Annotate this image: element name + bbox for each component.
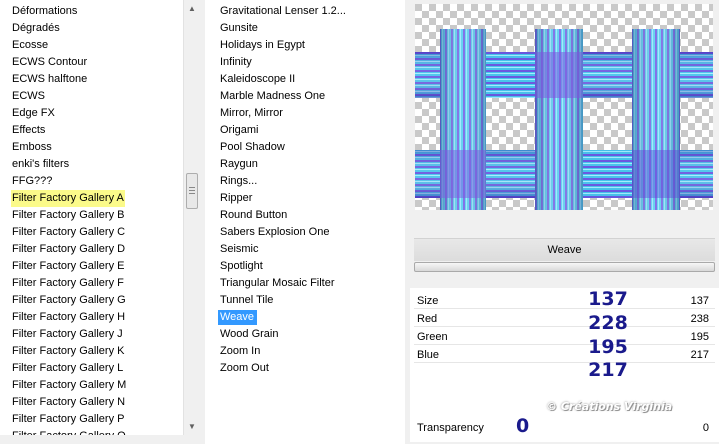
slider-transparency[interactable]: Transparency 0 0	[414, 414, 715, 440]
filter-list-item[interactable]: Origami	[205, 122, 346, 139]
category-list-item[interactable]: FFG???	[0, 173, 126, 190]
category-list-item[interactable]: Filter Factory Gallery P	[0, 411, 126, 428]
filter-list-item[interactable]: Sabers Explosion One	[205, 224, 346, 241]
category-list-item[interactable]: ECWS Contour	[0, 54, 126, 71]
category-list-item[interactable]: Filter Factory Gallery K	[0, 343, 126, 360]
overlay-blue-value: 217	[588, 359, 628, 381]
filter-list-item[interactable]: Kaleidoscope II	[205, 71, 346, 88]
filter-list-item[interactable]: Raygun	[205, 156, 346, 173]
slider-green[interactable]: Green 195	[414, 328, 715, 345]
overlay-green-value: 195	[588, 336, 628, 358]
param-label: Green	[417, 331, 448, 343]
category-scrollbar[interactable]: ▲ ▼	[183, 0, 200, 444]
filter-list-item[interactable]: Seismic	[205, 241, 346, 258]
weave-preview-image	[415, 4, 713, 210]
category-list-item[interactable]: Filter Factory Gallery H	[0, 309, 126, 326]
filter-list-item[interactable]: Triangular Mosaic Filter	[205, 275, 346, 292]
category-list-item[interactable]: Filter Factory Gallery J	[0, 326, 126, 343]
filter-list-item[interactable]: Marble Madness One	[205, 88, 346, 105]
param-label: Blue	[417, 349, 440, 361]
slider-size[interactable]: Size 137	[414, 292, 715, 309]
filter-list[interactable]: Gravitational Lenser 1.2... Gunsite Holida…	[205, 0, 405, 444]
filter-list-item[interactable]: Spotlight	[205, 258, 346, 275]
filter-list-item[interactable]: Zoom Out	[205, 360, 346, 377]
progress-bar	[414, 262, 715, 272]
category-list-item[interactable]: Emboss	[0, 139, 126, 156]
filter-list-item[interactable]: Zoom In	[205, 343, 346, 360]
overlay-transparency-value: 0	[516, 415, 530, 437]
category-list-item[interactable]: Filter Factory Gallery M	[0, 377, 126, 394]
category-list-item[interactable]: enki's filters	[0, 156, 126, 173]
category-list-item[interactable]: Filter Factory Gallery C	[0, 224, 126, 241]
watermark: © Créations Virginia	[546, 400, 673, 413]
category-list-item[interactable]: Filter Factory Gallery B	[0, 207, 126, 224]
category-list-item[interactable]: Filter Factory Gallery G	[0, 292, 126, 309]
filter-category-list[interactable]: Déformations Dégradés Ecosse ECWS Contour EC…	[0, 0, 200, 444]
category-list-item[interactable]: Filter Factory Gallery N	[0, 394, 126, 411]
category-list-item[interactable]: ECWS halftone	[0, 71, 126, 88]
param-value: 137	[690, 295, 709, 307]
filter-list-item[interactable]: Round Button	[205, 207, 346, 224]
filter-list-item[interactable]: Tunnel Tile	[205, 292, 346, 309]
filter-list-item[interactable]: Rings...	[205, 173, 346, 190]
param-value: 217	[690, 349, 709, 361]
category-list-item[interactable]: Filter Factory Gallery L	[0, 360, 126, 377]
filter-list-item[interactable]: Ripper	[205, 190, 346, 207]
category-hscrollbar[interactable]	[0, 435, 200, 444]
transparency-value: 0	[702, 422, 709, 434]
overlay-size-value: 137	[588, 288, 628, 310]
slider-red[interactable]: Red 238	[414, 310, 715, 327]
category-list-item[interactable]: Dégradés	[0, 20, 126, 37]
category-list-item[interactable]: Filter Factory Gallery F	[0, 275, 126, 292]
slider-blue[interactable]: Blue 217	[414, 346, 715, 363]
param-value: 195	[690, 331, 709, 343]
filter-list-item[interactable]: Gravitational Lenser 1.2...	[205, 3, 346, 20]
category-list-item[interactable]: Déformations	[0, 3, 126, 20]
filter-list-item[interactable]: Wood Grain	[205, 326, 346, 343]
scroll-up-icon[interactable]: ▲	[184, 0, 200, 17]
category-list-item[interactable]: Filter Factory Gallery D	[0, 241, 126, 258]
category-list-item[interactable]: Effects	[0, 122, 126, 139]
param-value: 238	[690, 313, 709, 325]
category-list-item[interactable]: Edge FX	[0, 105, 126, 122]
filter-settings-panel: Weave Size 137 Red 238 Green 195 Blue 21…	[410, 0, 719, 444]
filter-list-item[interactable]: Infinity	[205, 54, 346, 71]
category-list-item[interactable]: Ecosse	[0, 37, 126, 54]
scroll-thumb[interactable]	[186, 173, 198, 209]
category-items: Déformations Dégradés Ecosse ECWS Contour EC…	[0, 3, 126, 444]
filter-list-item[interactable]: Weave	[205, 309, 346, 326]
param-label: Size	[417, 295, 439, 307]
filter-list-item[interactable]: Gunsite	[205, 20, 346, 37]
category-list-item[interactable]: Filter Factory Gallery E	[0, 258, 126, 275]
overlay-red-value: 228	[588, 312, 628, 334]
category-list-item[interactable]: Filter Factory Gallery A	[0, 190, 126, 207]
transparency-label: Transparency	[417, 422, 484, 434]
filter-list-item[interactable]: Pool Shadow	[205, 139, 346, 156]
scroll-down-icon[interactable]: ▼	[184, 418, 200, 435]
filter-list-item[interactable]: Mirror, Mirror	[205, 105, 346, 122]
param-label: Red	[417, 313, 438, 325]
filter-items: Gravitational Lenser 1.2... Gunsite Holida…	[205, 3, 346, 377]
filter-name-label: Weave	[414, 238, 715, 261]
filter-list-item[interactable]: Holidays in Egypt	[205, 37, 346, 54]
category-list-item[interactable]: ECWS	[0, 88, 126, 105]
